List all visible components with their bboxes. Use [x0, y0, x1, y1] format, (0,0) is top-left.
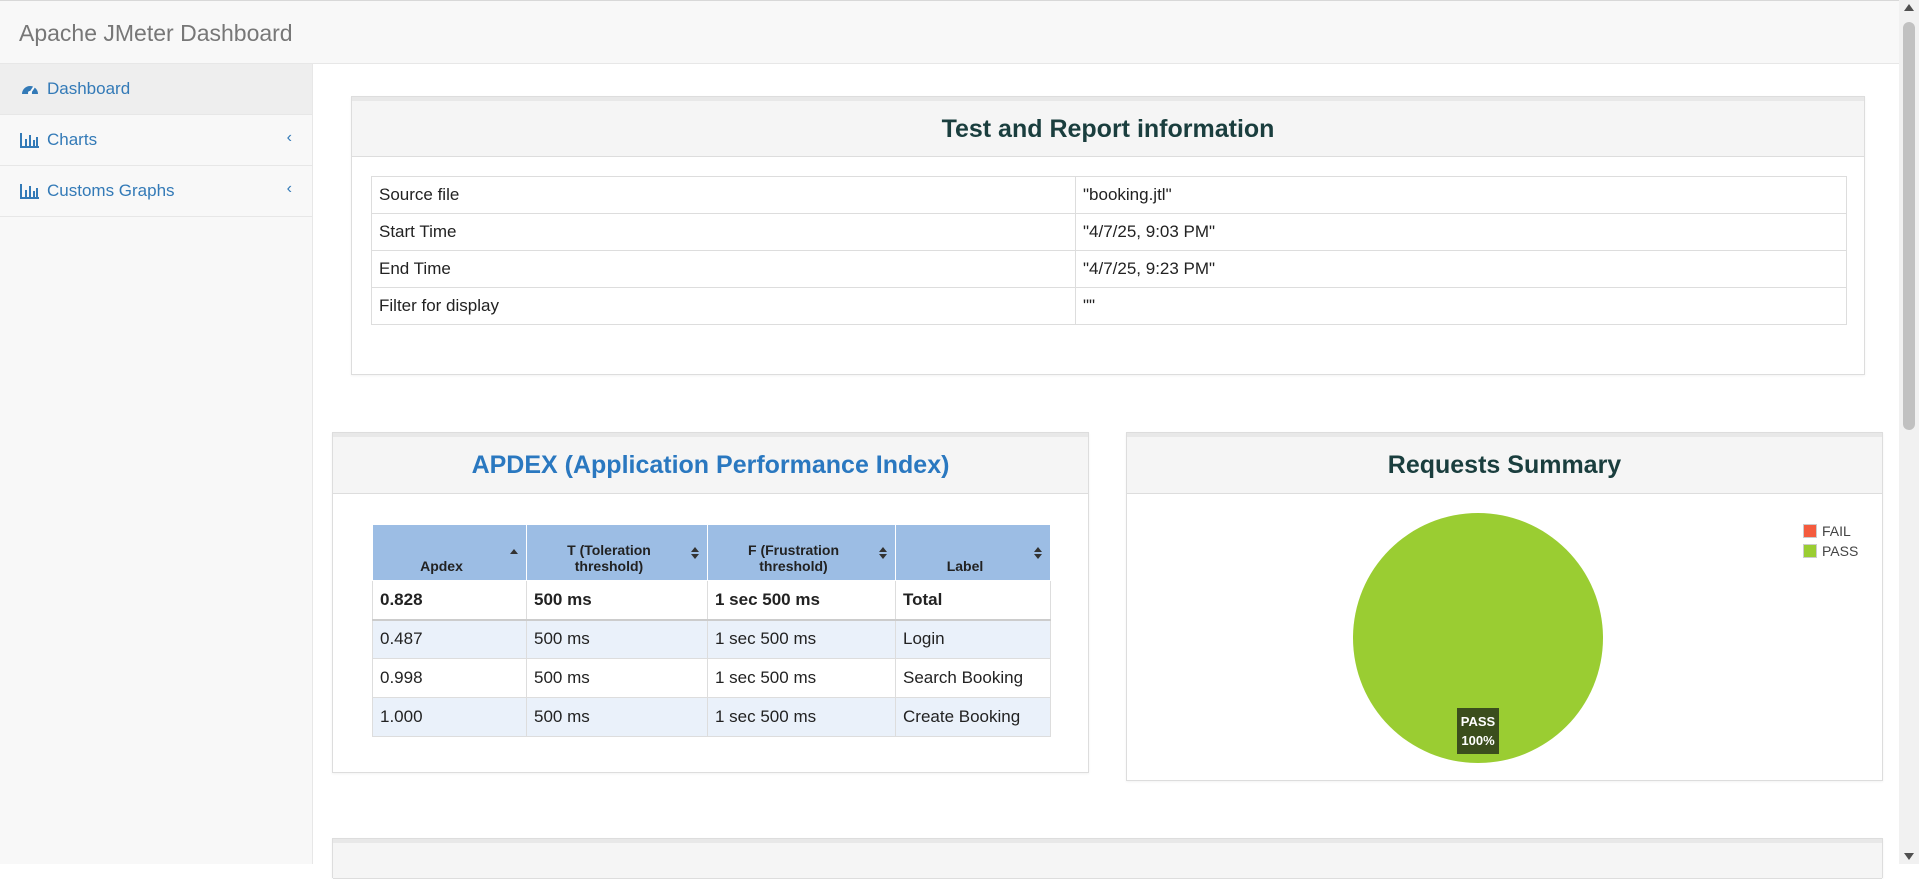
info-key: Start Time — [371, 213, 1076, 251]
pie-slice-label: PASS 100% — [1457, 708, 1499, 754]
statistics-panel — [332, 838, 1883, 879]
table-cell: 1.000 — [372, 697, 527, 737]
table-cell: 1 sec 500 ms — [707, 580, 896, 621]
table-cell: Search Booking — [895, 658, 1051, 698]
sort-icon — [1034, 547, 1042, 559]
apdex-table: Apdex T (Toleration threshold) F (Frustr… — [372, 524, 1051, 737]
table-cell: 1 sec 500 ms — [707, 658, 896, 698]
column-header-frustration[interactable]: F (Frustration threshold) — [707, 524, 896, 581]
sidebar-item-charts[interactable]: Charts ‹ — [0, 115, 312, 166]
info-key: Source file — [371, 176, 1076, 214]
table-cell: 500 ms — [526, 697, 708, 737]
table-cell: Create Booking — [895, 697, 1051, 737]
table-cell: 1 sec 500 ms — [707, 619, 896, 659]
table-row: 0.487 500 ms 1 sec 500 ms Login — [372, 619, 1051, 659]
sidebar-item-customs-graphs[interactable]: Customs Graphs ‹ — [0, 166, 312, 217]
table-cell: 500 ms — [526, 619, 708, 659]
test-info-table: Source file "booking.jtl" Start Time "4/… — [371, 176, 1847, 325]
table-cell: Total — [895, 580, 1051, 621]
info-value: "4/7/25, 9:23 PM" — [1075, 250, 1847, 288]
top-navbar: Apache JMeter Dashboard — [0, 0, 1899, 64]
apdex-title: APDEX (Application Performance Index) — [333, 433, 1088, 494]
legend-item-pass[interactable]: PASS — [1803, 541, 1858, 561]
table-row: End Time "4/7/25, 9:23 PM" — [371, 250, 1847, 288]
table-cell: 0.487 — [372, 619, 527, 659]
sidebar-item-dashboard[interactable]: Dashboard — [0, 64, 312, 115]
info-value: "booking.jtl" — [1075, 176, 1847, 214]
dashboard-icon — [22, 86, 38, 95]
scroll-up-icon[interactable] — [1904, 4, 1914, 11]
column-header-toleration[interactable]: T (Toleration threshold) — [526, 524, 708, 581]
bar-chart-icon — [20, 133, 39, 148]
table-header-row: Apdex T (Toleration threshold) F (Frustr… — [372, 524, 1051, 581]
table-cell: 0.998 — [372, 658, 527, 698]
legend-item-fail[interactable]: FAIL — [1803, 521, 1858, 541]
table-cell: 1 sec 500 ms — [707, 697, 896, 737]
table-row: Source file "booking.jtl" — [371, 176, 1847, 214]
info-value: "" — [1075, 287, 1847, 325]
column-header-label[interactable]: Label — [895, 524, 1051, 581]
app-title[interactable]: Apache JMeter Dashboard — [19, 20, 293, 47]
table-row: 0.998 500 ms 1 sec 500 ms Search Booking — [372, 658, 1051, 698]
sidebar: Dashboard Charts ‹ Customs Graphs ‹ — [0, 64, 313, 864]
table-cell: 0.828 — [372, 580, 527, 621]
apdex-panel: APDEX (Application Performance Index) Ap… — [332, 432, 1089, 773]
scrollbar-thumb[interactable] — [1903, 22, 1915, 430]
info-value: "4/7/25, 9:03 PM" — [1075, 213, 1847, 251]
sidebar-item-label: Customs Graphs — [47, 181, 175, 200]
chevron-left-icon[interactable]: ‹ — [287, 129, 292, 147]
table-cell: 500 ms — [526, 580, 708, 621]
sidebar-item-label: Charts — [47, 130, 98, 149]
test-info-panel: Test and Report information Source file … — [351, 96, 1865, 375]
table-row: Start Time "4/7/25, 9:03 PM" — [371, 213, 1847, 251]
sort-icon — [691, 547, 699, 559]
scroll-down-icon[interactable] — [1904, 853, 1914, 860]
statistics-panel-heading — [333, 839, 1882, 879]
info-key: End Time — [371, 250, 1076, 288]
sort-icon — [879, 547, 887, 559]
table-row: Filter for display "" — [371, 287, 1847, 325]
table-row: 1.000 500 ms 1 sec 500 ms Create Booking — [372, 697, 1051, 737]
chart-legend: FAIL PASS — [1803, 521, 1858, 561]
vertical-scrollbar[interactable] — [1899, 0, 1919, 864]
sidebar-item-label: Dashboard — [47, 79, 131, 98]
bar-chart-icon — [20, 184, 39, 199]
chevron-left-icon[interactable]: ‹ — [287, 180, 292, 198]
table-cell: 500 ms — [526, 658, 708, 698]
requests-summary-panel: Requests Summary PASS 100% FAIL PASS — [1126, 432, 1883, 781]
legend-swatch — [1803, 524, 1817, 538]
legend-swatch — [1803, 544, 1817, 558]
info-key: Filter for display — [371, 287, 1076, 325]
sort-asc-icon — [510, 549, 518, 554]
requests-summary-title: Requests Summary — [1127, 433, 1882, 494]
table-cell: Login — [895, 619, 1051, 659]
table-row-total: 0.828 500 ms 1 sec 500 ms Total — [372, 580, 1051, 621]
test-info-title: Test and Report information — [352, 97, 1864, 157]
column-header-apdex[interactable]: Apdex — [372, 524, 527, 581]
